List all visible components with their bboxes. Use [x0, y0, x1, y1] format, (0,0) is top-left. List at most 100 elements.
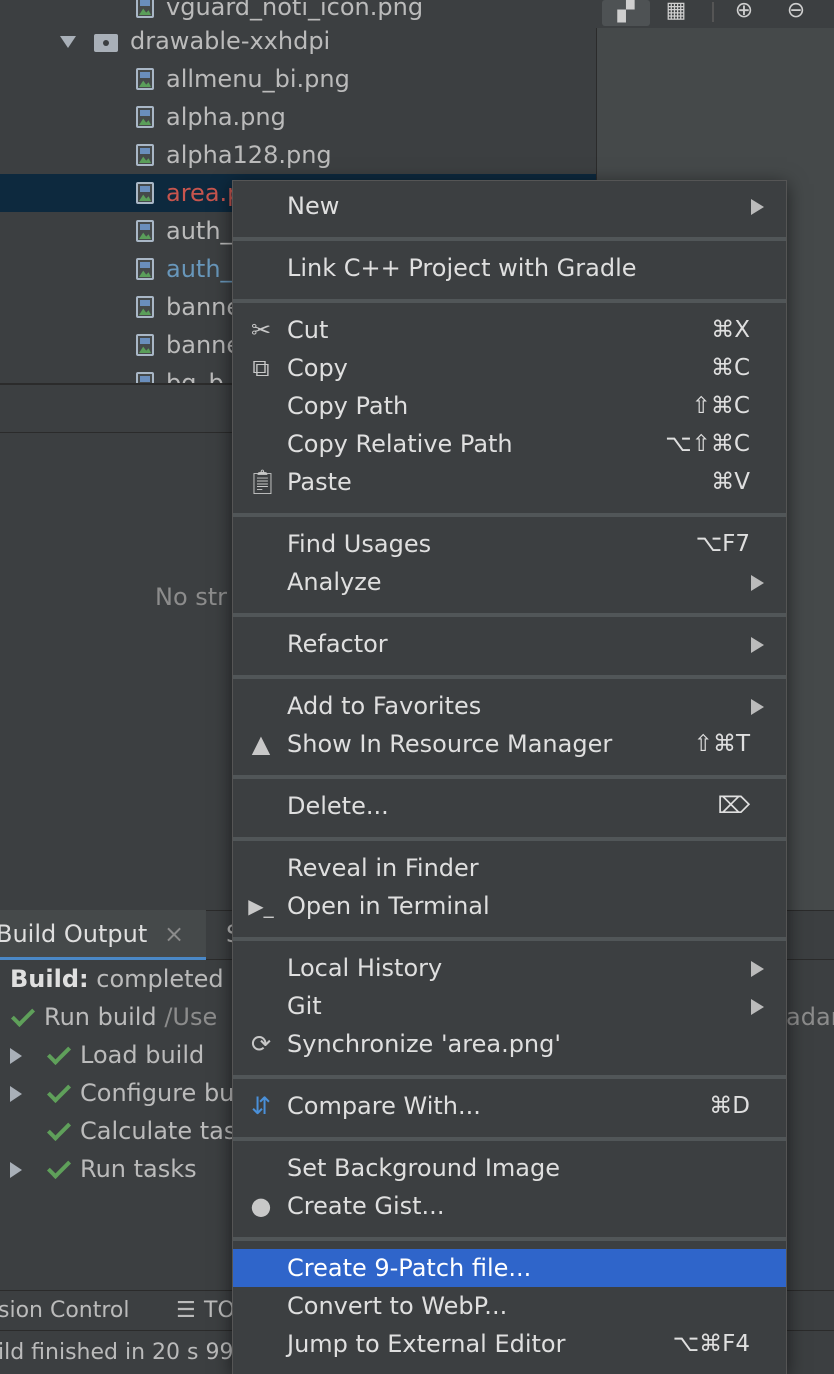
version-control-button[interactable]: sion Control: [0, 1295, 130, 1327]
build-tree-item[interactable]: Load build: [46, 1036, 204, 1074]
menu-item-shortcut: ⇧⌘C: [691, 393, 750, 419]
image-file-icon: [136, 296, 154, 318]
menu-item-show-in-resource-manager[interactable]: ▲ Show In Resource Manager ⇧⌘T: [233, 725, 786, 763]
menu-item-shortcut: ⌥⇧⌘C: [665, 431, 750, 457]
add-circle-icon[interactable]: ⊕: [726, 0, 762, 26]
build-tree-item[interactable]: Run build /Use: [10, 998, 217, 1036]
expand-arrow-icon[interactable]: [10, 1086, 22, 1102]
menu-item-create-gist[interactable]: ● Create Gist...: [233, 1187, 786, 1225]
submenu-arrow-icon: [751, 575, 764, 591]
menu-separator: [233, 775, 786, 779]
menu-item-shortcut: ⌘X: [711, 317, 750, 343]
menu-item-git[interactable]: Git: [233, 987, 786, 1025]
build-tree-item[interactable]: Calculate tas: [46, 1112, 237, 1150]
build-summary-label: Build:: [10, 965, 89, 993]
todo-button[interactable]: TO: [204, 1295, 235, 1327]
close-icon[interactable]: ×: [164, 918, 184, 950]
tree-row-file[interactable]: allmenu_bi.png: [0, 60, 596, 98]
menu-item-copy-relative-path[interactable]: Copy Relative Path ⌥⇧⌘C: [233, 425, 786, 463]
menu-item-shortcut: ⇧⌘T: [693, 731, 750, 757]
menu-separator: [233, 937, 786, 941]
menu-item-delete[interactable]: Delete... ⌦: [233, 787, 786, 825]
grid-view-icon[interactable]: ▞: [602, 0, 650, 26]
image-file-icon: [136, 220, 154, 242]
tree-row-file[interactable]: alpha128.png: [0, 136, 596, 174]
menu-separator: [233, 1075, 786, 1079]
menu-item-label: Refactor: [287, 630, 388, 658]
toolbar-divider: [712, 2, 714, 22]
menu-item-synchronize[interactable]: ⟳ Synchronize 'area.png': [233, 1025, 786, 1063]
tree-row-label: banne: [166, 293, 242, 321]
build-summary[interactable]: Build: completed: [10, 960, 224, 998]
success-check-icon: [10, 1002, 36, 1028]
remove-circle-icon[interactable]: ⊖: [778, 0, 814, 26]
image-file-icon: [136, 68, 154, 90]
submenu-arrow-icon: [751, 199, 764, 215]
menu-item-analyze[interactable]: Analyze: [233, 563, 786, 601]
menu-item-jump-to-external-editor[interactable]: Jump to External Editor ⌥⌘F4: [233, 1325, 786, 1363]
clipboard-icon: 📋︎: [247, 468, 278, 496]
tab-build-output[interactable]: Build Output ×: [0, 910, 206, 960]
menu-item-label: Convert to WebP...: [287, 1292, 508, 1320]
build-summary-status: completed: [96, 965, 224, 993]
menu-item-add-to-favorites[interactable]: Add to Favorites: [233, 687, 786, 725]
submenu-arrow-icon: [751, 961, 764, 977]
build-item-label: Calculate tas: [80, 1117, 237, 1145]
menu-item-label: Cut: [287, 316, 329, 344]
context-menu: New Link C++ Project with Gradle ✂ Cut ⌘…: [232, 180, 787, 1374]
copy-icon: ⧉: [252, 354, 270, 382]
compare-arrows-icon: ⇵: [250, 1092, 272, 1120]
submenu-arrow-icon: [751, 637, 764, 653]
menu-separator: [233, 675, 786, 679]
menu-item-label: Git: [287, 992, 322, 1020]
menu-item-label: Synchronize 'area.png': [287, 1030, 561, 1058]
menu-separator: [233, 1137, 786, 1141]
tree-row-folder[interactable]: drawable-xxhdpi: [0, 22, 596, 60]
menu-item-label: Reveal in Finder: [287, 854, 479, 882]
menu-item-shortcut: ⌥F7: [695, 531, 750, 557]
build-tree-item[interactable]: Configure bu: [46, 1074, 234, 1112]
menu-item-refactor[interactable]: Refactor: [233, 625, 786, 663]
menu-item-copy[interactable]: ⧉ Copy ⌘C: [233, 349, 786, 387]
preview-toolbar: ▞ ▦ ⊕ ⊖: [596, 0, 834, 28]
tree-row-file[interactable]: alpha.png: [0, 98, 596, 136]
menu-item-find-usages[interactable]: Find Usages ⌥F7: [233, 525, 786, 563]
menu-item-create-9-patch[interactable]: Create 9-Patch file...: [233, 1249, 786, 1287]
menu-item-paste[interactable]: 📋︎ Paste ⌘V: [233, 463, 786, 501]
image-file-icon: [136, 334, 154, 356]
menu-item-cut[interactable]: ✂ Cut ⌘X: [233, 311, 786, 349]
menu-item-local-history[interactable]: Local History: [233, 949, 786, 987]
empty-structure-text: No str: [155, 583, 228, 611]
menu-separator: [233, 237, 786, 241]
menu-item-label: Set Background Image: [287, 1154, 561, 1182]
menu-item-new[interactable]: New: [233, 187, 786, 225]
menu-item-label: Analyze: [287, 568, 382, 596]
image-file-icon: [136, 182, 154, 204]
tree-row-label: banne: [166, 331, 242, 359]
menu-item-compare-with[interactable]: ⇵ Compare With... ⌘D: [233, 1087, 786, 1125]
image-file-icon: [136, 372, 154, 383]
expand-arrow-icon[interactable]: [60, 36, 76, 48]
sync-icon: ⟳: [250, 1030, 272, 1058]
menu-item-shortcut: ⌥⌘F4: [672, 1331, 750, 1357]
menu-item-copy-path[interactable]: Copy Path ⇧⌘C: [233, 387, 786, 425]
build-tree-item[interactable]: Run tasks: [46, 1150, 197, 1188]
menu-item-shortcut: ⌘V: [711, 469, 750, 495]
table-view-icon[interactable]: ▦: [658, 0, 694, 26]
menu-item-shortcut: ⌘C: [710, 355, 750, 381]
submenu-arrow-icon: [751, 699, 764, 715]
menu-item-link-cpp-project[interactable]: Link C++ Project with Gradle: [233, 249, 786, 287]
menu-item-label: Open in Terminal: [287, 892, 490, 920]
shapes-icon: ▲: [251, 730, 271, 758]
menu-separator: [233, 1237, 786, 1241]
menu-item-label: Copy Relative Path: [287, 430, 513, 458]
menu-item-reveal-in-finder[interactable]: Reveal in Finder: [233, 849, 786, 887]
menu-item-open-in-terminal[interactable]: ▶︎_ Open in Terminal: [233, 887, 786, 925]
expand-arrow-icon[interactable]: [10, 1162, 22, 1178]
build-item-label: Run tasks: [80, 1155, 197, 1183]
menu-item-convert-to-webp[interactable]: Convert to WebP...: [233, 1287, 786, 1325]
menu-item-label: Create Gist...: [287, 1192, 445, 1220]
success-check-icon: [46, 1040, 72, 1066]
expand-arrow-icon[interactable]: [10, 1048, 22, 1064]
menu-item-set-background-image[interactable]: Set Background Image: [233, 1149, 786, 1187]
